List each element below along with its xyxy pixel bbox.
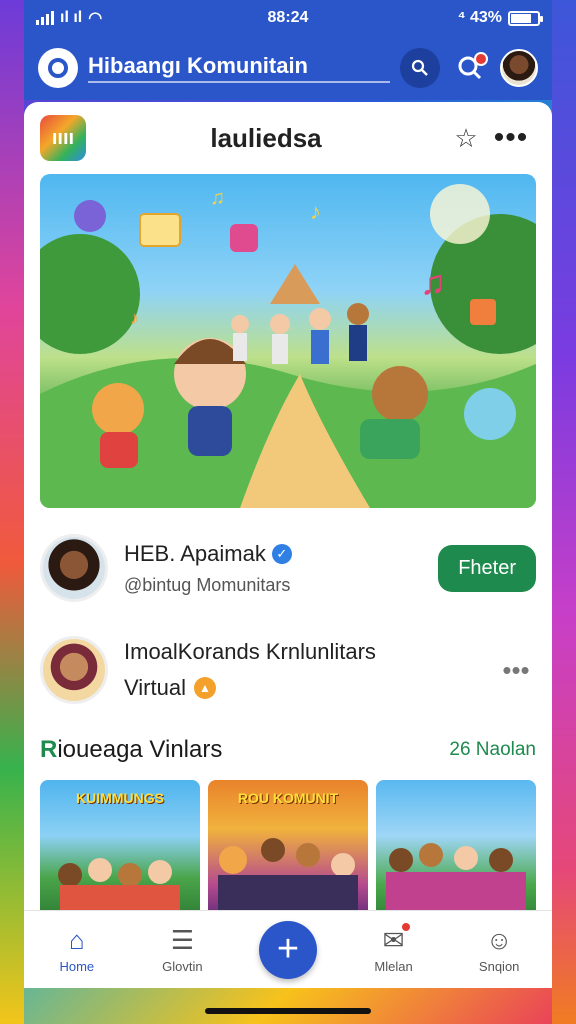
notification-badge [474,52,488,66]
more-icon: ••• [493,121,529,154]
section-title-initial: R [40,736,58,763]
hero-illustration[interactable]: ♪ ♫ ♫ ♪ [40,174,536,508]
community-more-button[interactable]: ••• [496,655,536,686]
verified-icon: ✓ [271,543,292,564]
notifications-button[interactable] [450,48,490,88]
app-header: Hibaangı Komunitain [24,36,552,100]
profile-icon: ☺ [485,924,513,955]
message-icon: ✉ [383,921,413,955]
user-avatar[interactable] [500,49,538,87]
community-info: ImoalKorands Krnlunlitars Virtual ▲ [108,639,496,701]
thumbnail-label: ROU KOMUNIT [237,790,339,806]
svg-text:♫: ♫ [210,187,225,209]
community-card: ıııı lauliedsa ☆ ••• ♪ ♫ ♫ ♪ HEB. Apaima… [24,102,552,988]
section-title: Rioueaga Vinlars [40,736,449,764]
nav-feed[interactable]: ☰ Glovtin [130,924,236,975]
star-icon: ☆ [454,122,478,153]
document-icon: ☰ [170,924,195,955]
creator-avatar[interactable] [40,534,108,602]
status-time: 88:24 [267,9,309,26]
signal-icon [36,11,54,25]
creator-name[interactable]: HEB. Apaimak [124,541,266,567]
app-logo-icon[interactable] [38,48,78,88]
status-right: ⁴ 43% [370,9,543,27]
battery-text: ⁴ 43% [457,9,502,26]
svg-text:♪: ♪ [130,308,139,328]
background-gradient-left [0,0,24,1024]
section-title-rest: ioueaga Vinlars [57,736,223,763]
card-header: ıııı lauliedsa ☆ ••• [24,102,552,174]
event-thumbnail[interactable]: ROU KOMUNIT [208,780,368,920]
search-icon [411,59,428,76]
event-thumbnail[interactable]: KUIMMUNGS [40,780,200,920]
message-badge [400,921,413,933]
header-title: Hibaangı Komunitain [88,53,390,83]
follow-button[interactable]: Fheter [438,544,536,592]
community-subtitle-row: Virtual ▲ [124,675,496,701]
creator-handle: @bintug Momunitars [124,574,291,595]
search-button[interactable] [400,48,440,88]
section-see-all-link[interactable]: 26 Naolan [449,739,536,761]
hero-scene: ♪ ♫ ♫ ♪ [40,184,536,508]
nav-home[interactable]: ⌂ Home [24,924,130,975]
status-left: ıl ıl ◠ [36,8,206,28]
card-title: lauliedsa [210,122,322,153]
nav-messages-label: Mlelan [374,959,413,974]
creator-name-row: HEB. Apaimak ✓ [124,541,438,567]
nav-messages[interactable]: ✉ Mlelan [341,921,447,974]
nav-create[interactable]: + [235,920,341,979]
wifi-icon: ◠ [88,10,103,27]
community-subtitle: Virtual [124,675,186,700]
more-options-button[interactable]: ••• [486,121,536,155]
svg-text:♫: ♫ [420,264,446,302]
thumbnail-illustration [386,843,526,920]
home-indicator [205,1008,371,1014]
creator-row: HEB. Apaimak ✓ @bintug Momunitars Fheter [24,520,552,616]
community-name[interactable]: ImoalKorands Krnlunlitars [124,639,496,665]
nav-profile[interactable]: ☺ Snqion [446,924,552,975]
community-app-icon[interactable]: ıııı [40,115,86,161]
favorite-button[interactable]: ☆ [446,123,486,154]
event-thumbnail[interactable] [376,780,536,920]
create-post-button[interactable]: + [258,920,317,979]
plus-icon: + [276,928,300,970]
nav-profile-label: Snqion [478,959,520,974]
thumbnail-label: KUIMMUNGS [76,790,164,806]
community-avatar[interactable] [40,636,108,704]
battery-icon [508,10,543,26]
flame-icon: ▲ [193,677,216,699]
section-header: Rioueaga Vinlars 26 Naolan [24,730,552,770]
home-icon: ⌂ [68,924,85,955]
creator-info: HEB. Apaimak ✓ @bintug Momunitars [108,541,438,596]
background-gradient-right [552,0,576,1024]
event-thumbnails: KUIMMUNGS ROU KOMUNIT [24,780,552,920]
community-row: ImoalKorands Krnlunlitars Virtual ▲ ••• [24,620,552,720]
bottom-navigation: ⌂ Home ☰ Glovtin + ✉ Mlelan ☺ Snqion [24,910,552,988]
nav-feed-label: Glovtin [162,959,203,974]
signal-text: ıl ıl [60,9,83,26]
nav-home-label: Home [59,959,95,974]
status-bar: ıl ıl ◠ 88:24 ⁴ 43% [24,0,552,36]
svg-text:♪: ♪ [310,199,321,224]
more-icon: ••• [502,654,530,685]
